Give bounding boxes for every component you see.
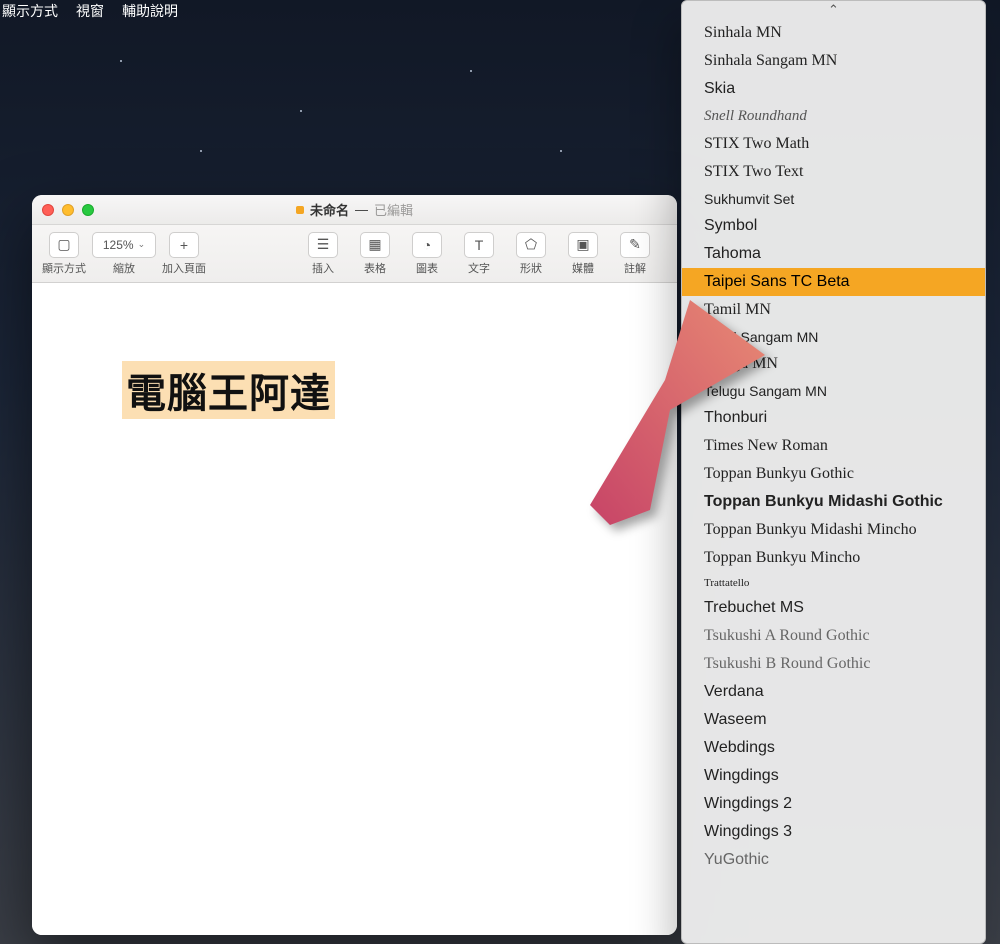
- scroll-up-icon[interactable]: ⌃: [682, 1, 985, 19]
- insert-icon: ☰: [317, 236, 330, 253]
- document-title: 未命名 — 已編輯: [296, 200, 413, 219]
- tb-view[interactable]: ▢ 顯示方式: [42, 232, 86, 276]
- star-decoration: [200, 150, 202, 152]
- tb-comment[interactable]: ✎ 註解: [620, 232, 650, 276]
- table-icon: ▦: [368, 236, 381, 253]
- minimize-button[interactable]: [62, 204, 74, 216]
- menu-window[interactable]: 視窗: [76, 1, 104, 21]
- system-menubar: 顯示方式 視窗 輔助說明: [0, 0, 178, 22]
- text-icon: T: [475, 237, 484, 253]
- toolbar: ▢ 顯示方式 125% ⌄ 縮放 + 加入頁面 ☰ 插入 ▦ 表格 ◔ 圖表 T: [32, 225, 677, 283]
- tb-shape-label: 形狀: [520, 260, 542, 276]
- tb-text[interactable]: T 文字: [464, 232, 494, 276]
- media-icon: ▣: [576, 236, 589, 253]
- font-option[interactable]: Telugu MN: [682, 350, 985, 378]
- font-option[interactable]: Waseem: [682, 706, 985, 734]
- chevron-down-icon: ⌄: [138, 239, 146, 250]
- star-decoration: [560, 150, 562, 152]
- tb-zoom-label: 縮放: [113, 260, 135, 276]
- document-canvas[interactable]: 電腦王阿達: [32, 283, 677, 935]
- tb-table[interactable]: ▦ 表格: [360, 232, 390, 276]
- font-option[interactable]: Tsukushi A Round Gothic: [682, 622, 985, 650]
- close-button[interactable]: [42, 204, 54, 216]
- star-decoration: [120, 60, 122, 62]
- font-list: Sinhala MNSinhala Sangam MNSkiaSnell Rou…: [682, 19, 985, 874]
- document-icon: [296, 206, 304, 214]
- tb-chart-label: 圖表: [416, 260, 438, 276]
- document-name: 未命名: [310, 200, 349, 219]
- font-option[interactable]: Symbol: [682, 212, 985, 240]
- font-option[interactable]: Skia: [682, 75, 985, 103]
- font-option[interactable]: Toppan Bunkyu Gothic: [682, 460, 985, 488]
- tb-addpage-label: 加入頁面: [162, 260, 206, 276]
- font-option[interactable]: Wingdings 2: [682, 790, 985, 818]
- font-option[interactable]: Sinhala Sangam MN: [682, 47, 985, 75]
- zoom-button[interactable]: [82, 204, 94, 216]
- star-decoration: [470, 70, 472, 72]
- tb-insert-label: 插入: [312, 260, 334, 276]
- font-option[interactable]: Snell Roundhand: [682, 103, 985, 130]
- font-dropdown[interactable]: ⌃ Sinhala MNSinhala Sangam MNSkiaSnell R…: [681, 0, 986, 944]
- font-option[interactable]: Tamil MN: [682, 296, 985, 324]
- font-option[interactable]: Verdana: [682, 678, 985, 706]
- menu-help[interactable]: 輔助說明: [122, 1, 178, 21]
- traffic-lights: [42, 204, 94, 216]
- font-option[interactable]: Tamil Sangam MN: [682, 324, 985, 350]
- font-option[interactable]: Toppan Bunkyu Midashi Gothic: [682, 488, 985, 516]
- tb-media[interactable]: ▣ 媒體: [568, 232, 598, 276]
- font-option[interactable]: YuGothic: [682, 846, 985, 874]
- view-icon: ▢: [57, 236, 70, 253]
- highlighted-text[interactable]: 電腦王阿達: [122, 361, 335, 419]
- comment-icon: ✎: [629, 236, 641, 253]
- tb-media-label: 媒體: [572, 260, 594, 276]
- zoom-value: 125%: [103, 238, 134, 252]
- chart-icon: ◔: [423, 237, 431, 253]
- tb-addpage[interactable]: + 加入頁面: [162, 232, 206, 276]
- star-decoration: [300, 110, 302, 112]
- font-option[interactable]: Tsukushi B Round Gothic: [682, 650, 985, 678]
- addpage-icon: +: [180, 237, 188, 253]
- font-option[interactable]: Sinhala MN: [682, 19, 985, 47]
- shape-icon: ⬠: [525, 236, 537, 253]
- tb-view-label: 顯示方式: [42, 260, 86, 276]
- font-option[interactable]: Times New Roman: [682, 432, 985, 460]
- pages-window: 未命名 — 已編輯 ▢ 顯示方式 125% ⌄ 縮放 + 加入頁面 ☰ 插入 ▦ …: [32, 195, 677, 935]
- font-option[interactable]: Sukhumvit Set: [682, 186, 985, 212]
- tb-table-label: 表格: [364, 260, 386, 276]
- font-option[interactable]: Wingdings 3: [682, 818, 985, 846]
- tb-insert[interactable]: ☰ 插入: [308, 232, 338, 276]
- tb-comment-label: 註解: [624, 260, 646, 276]
- tb-chart[interactable]: ◔ 圖表: [412, 232, 442, 276]
- title-separator: —: [355, 202, 368, 217]
- font-option[interactable]: Taipei Sans TC Beta: [682, 268, 985, 296]
- tb-zoom[interactable]: 125% ⌄ 縮放: [92, 232, 156, 276]
- tb-text-label: 文字: [468, 260, 490, 276]
- font-option[interactable]: Webdings: [682, 734, 985, 762]
- menu-view[interactable]: 顯示方式: [2, 1, 58, 21]
- font-option[interactable]: Wingdings: [682, 762, 985, 790]
- font-option[interactable]: Trattatello: [682, 572, 985, 594]
- tb-shape[interactable]: ⬠ 形狀: [516, 232, 546, 276]
- font-option[interactable]: Tahoma: [682, 240, 985, 268]
- titlebar: 未命名 — 已編輯: [32, 195, 677, 225]
- font-option[interactable]: Toppan Bunkyu Mincho: [682, 544, 985, 572]
- font-option[interactable]: STIX Two Math: [682, 130, 985, 158]
- font-option[interactable]: Telugu Sangam MN: [682, 378, 985, 404]
- font-option[interactable]: Trebuchet MS: [682, 594, 985, 622]
- font-option[interactable]: Thonburi: [682, 404, 985, 432]
- edited-label: 已編輯: [374, 200, 413, 219]
- font-option[interactable]: Toppan Bunkyu Midashi Mincho: [682, 516, 985, 544]
- font-option[interactable]: STIX Two Text: [682, 158, 985, 186]
